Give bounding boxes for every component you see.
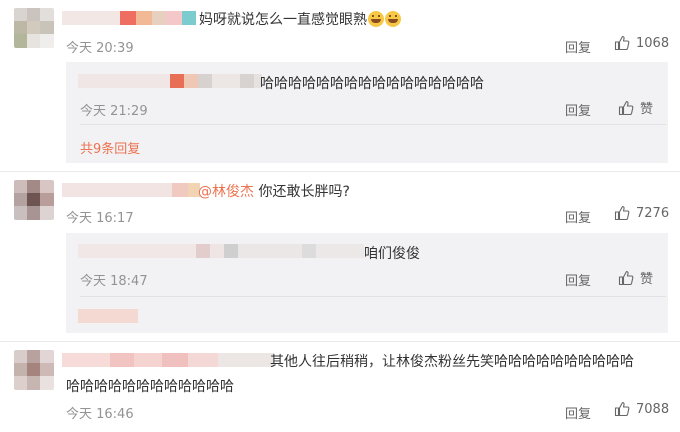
avatar[interactable] [14, 350, 54, 390]
divider [0, 341, 680, 342]
comment-time: 今天 20:39 [66, 41, 134, 56]
like-button[interactable]: 赞 [618, 98, 653, 117]
reply-time: 今天 21:29 [80, 104, 148, 119]
comment-text: 妈呀就说怎么一直感觉眼熟 [199, 9, 401, 29]
like-count: 7088 [636, 401, 670, 417]
username-blurred[interactable] [62, 183, 200, 197]
comment-text-content: 妈呀就说怎么一直感觉眼熟 [199, 12, 367, 28]
laughing-emoji-icon [368, 11, 384, 27]
avatar[interactable] [14, 8, 54, 48]
avatar[interactable] [14, 180, 54, 220]
like-button[interactable]: 7088 [614, 401, 669, 417]
comment-text-line-1: 其他人往后稍稍，让林俊杰粉丝先笑哈哈哈哈哈哈哈哈哈哈 [270, 354, 634, 370]
reply-button[interactable]: 回复 [565, 207, 591, 226]
thumbs-up-icon [614, 401, 630, 417]
like-button[interactable]: 7276 [614, 205, 669, 221]
like-button[interactable]: 1068 [614, 35, 669, 51]
reply-button[interactable]: 回复 [565, 403, 591, 422]
like-count: 7276 [636, 205, 670, 221]
reply-button[interactable]: 回复 [565, 270, 591, 289]
comment-text-line-2: 哈哈哈哈哈哈哈哈哈哈哈哈 [66, 379, 234, 395]
reply-time: 今天 18:47 [80, 274, 148, 289]
reply-button[interactable]: 回复 [565, 37, 591, 56]
reply-text: 咱们俊俊 [364, 246, 420, 262]
reply-username-blurred[interactable] [78, 244, 364, 258]
laughing-emoji-icon [385, 11, 401, 27]
like-label: 赞 [640, 272, 654, 287]
thumbs-up-icon [614, 205, 630, 221]
username-blurred[interactable] [62, 11, 196, 25]
like-label: 赞 [640, 102, 654, 117]
divider [80, 124, 666, 125]
mention-link[interactable]: @林俊杰 [198, 184, 254, 200]
divider [80, 296, 666, 297]
thumbs-up-icon [614, 35, 630, 51]
like-count: 1068 [636, 35, 670, 51]
comment-text-content: 你还敢长胖吗? [258, 184, 350, 200]
reply-text: 哈哈哈哈哈哈哈哈哈哈哈哈哈哈哈哈 [260, 76, 484, 92]
comment-text: @林俊杰 你还敢长胖吗? [198, 181, 350, 201]
divider [0, 171, 680, 172]
username-blurred[interactable] [62, 353, 274, 367]
reply-button[interactable]: 回复 [565, 100, 591, 119]
more-replies-link-blurred[interactable] [78, 309, 138, 323]
thumbs-up-icon [618, 100, 634, 115]
like-button[interactable]: 赞 [618, 268, 653, 287]
more-replies-link[interactable]: 共9条回复 [80, 138, 140, 157]
reply-username-blurred[interactable] [78, 74, 262, 88]
comment-time: 今天 16:17 [66, 211, 134, 226]
thumbs-up-icon [618, 270, 634, 285]
comment-time: 今天 16:46 [66, 407, 134, 422]
